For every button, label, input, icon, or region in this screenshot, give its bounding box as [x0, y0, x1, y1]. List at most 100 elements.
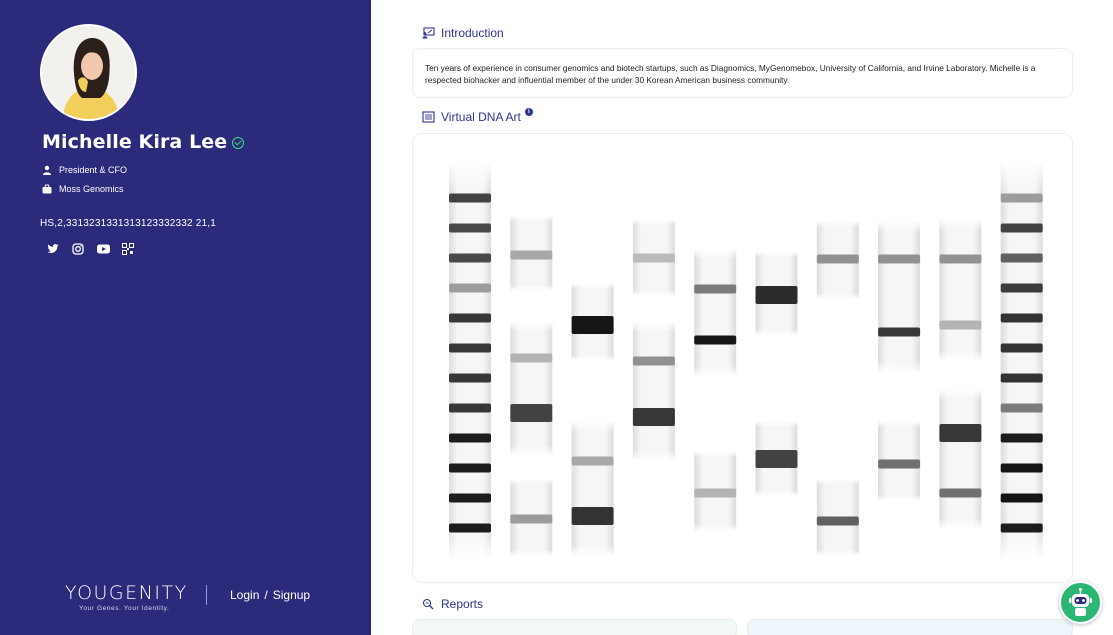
dna-band	[510, 250, 553, 260]
dna-band	[449, 433, 491, 443]
chatbot-button[interactable]	[1059, 581, 1102, 624]
dna-lane-fade	[571, 421, 614, 556]
verified-check-icon	[232, 137, 245, 149]
dna-band	[1000, 313, 1043, 323]
introduction-text: Ten years of experience in consumer geno…	[425, 63, 1036, 85]
dna-band	[571, 456, 614, 466]
dna-band	[1000, 523, 1043, 533]
dna-art-canvas	[449, 161, 1043, 561]
presentation-icon	[422, 27, 435, 39]
dna-band	[449, 283, 491, 293]
frame-icon	[422, 111, 435, 123]
dna-band	[449, 343, 491, 353]
instagram-icon[interactable]	[71, 242, 85, 256]
dna-lane	[694, 249, 737, 531]
dna-band	[632, 408, 675, 426]
dna-band	[939, 424, 982, 442]
dna-lane	[1000, 161, 1043, 561]
company-name: Moss Genomics	[59, 184, 124, 194]
dna-lane-fade	[939, 219, 982, 361]
dna-lane	[755, 251, 798, 496]
introduction-card: Ten years of experience in consumer geno…	[412, 48, 1073, 98]
dna-band	[1000, 343, 1043, 353]
info-icon[interactable]: i	[524, 108, 533, 116]
report-card[interactable]	[412, 619, 737, 635]
report-card[interactable]	[747, 619, 1073, 635]
dna-band	[571, 507, 614, 525]
briefcase-icon	[42, 184, 52, 194]
dna-band	[755, 286, 798, 304]
dna-band	[939, 488, 982, 498]
dna-band	[694, 488, 737, 498]
dna-band	[571, 316, 614, 334]
dna-band	[816, 254, 859, 264]
company-row: Moss Genomics	[42, 184, 124, 194]
footer-divider	[206, 585, 207, 605]
dna-band	[1000, 193, 1043, 203]
job-title-row: President & CFO	[42, 165, 127, 175]
profile-sidebar: Michelle Kira Lee President & CFO Moss G…	[0, 0, 371, 635]
profile-name: Michelle Kira Lee	[42, 131, 228, 153]
dna-band	[449, 313, 491, 323]
brand-logo[interactable]: YOUGENITY Your Genes. Your Identity.	[65, 582, 188, 612]
dna-art-heading: Virtual DNA Art i	[422, 108, 533, 124]
introduction-title: Introduction	[441, 26, 504, 40]
brand-name: YOUGENITY	[65, 582, 188, 604]
brand-tagline: Your Genes. Your Identity.	[79, 605, 170, 612]
dna-lane-fade	[878, 221, 921, 373]
dna-band	[1000, 223, 1043, 233]
social-links	[46, 242, 135, 256]
reports-heading: Reports	[422, 597, 483, 611]
dna-band	[449, 193, 491, 203]
youtube-icon[interactable]	[96, 242, 110, 256]
dna-lane-fade	[694, 249, 737, 376]
dna-band	[878, 459, 921, 469]
avatar	[40, 24, 137, 121]
auth-separator: /	[264, 588, 268, 602]
dna-band	[755, 450, 798, 468]
dna-lane	[449, 161, 491, 561]
dna-band	[694, 284, 737, 294]
dna-band	[816, 516, 859, 526]
signup-link[interactable]: Signup	[273, 588, 310, 602]
dna-lane-fade	[939, 389, 982, 529]
dna-band	[510, 404, 553, 422]
name-row: Michelle Kira Lee	[42, 131, 245, 153]
dna-lane	[878, 221, 921, 501]
reports-icon	[422, 598, 434, 610]
dna-band	[939, 254, 982, 264]
login-link[interactable]: Login	[230, 588, 259, 602]
dna-band	[878, 254, 921, 264]
dna-band	[449, 403, 491, 413]
dna-band	[632, 253, 675, 263]
dna-band	[449, 223, 491, 233]
dna-band	[1000, 493, 1043, 503]
dna-band	[510, 514, 553, 524]
robot-icon	[1069, 588, 1092, 616]
dna-band	[449, 463, 491, 473]
twitter-icon[interactable]	[46, 242, 60, 256]
dna-band	[694, 335, 737, 345]
job-title: President & CFO	[59, 165, 128, 175]
dna-lane	[571, 283, 614, 556]
dna-lane	[510, 216, 553, 556]
dna-band	[449, 523, 491, 533]
auth-links: Login / Signup	[230, 588, 310, 602]
dna-band	[878, 327, 921, 337]
dna-band	[449, 373, 491, 383]
dna-band	[1000, 403, 1043, 413]
main-content: Introduction Ten years of experience in …	[371, 0, 1113, 635]
qr-code-icon[interactable]	[121, 242, 135, 256]
reports-title: Reports	[441, 597, 484, 611]
dna-band	[1000, 433, 1043, 443]
dna-band	[1000, 463, 1043, 473]
dna-art-card	[412, 133, 1073, 583]
dna-lane-fade	[510, 321, 553, 456]
dna-art-title: Virtual DNA Art	[441, 110, 521, 124]
dna-lane-fade	[632, 321, 675, 461]
dna-lane	[816, 221, 859, 556]
dna-band	[510, 353, 553, 363]
genome-code: HS,2,3313231331313123332332 21,1	[40, 218, 217, 229]
dna-band	[449, 253, 491, 263]
dna-lane	[939, 219, 982, 529]
